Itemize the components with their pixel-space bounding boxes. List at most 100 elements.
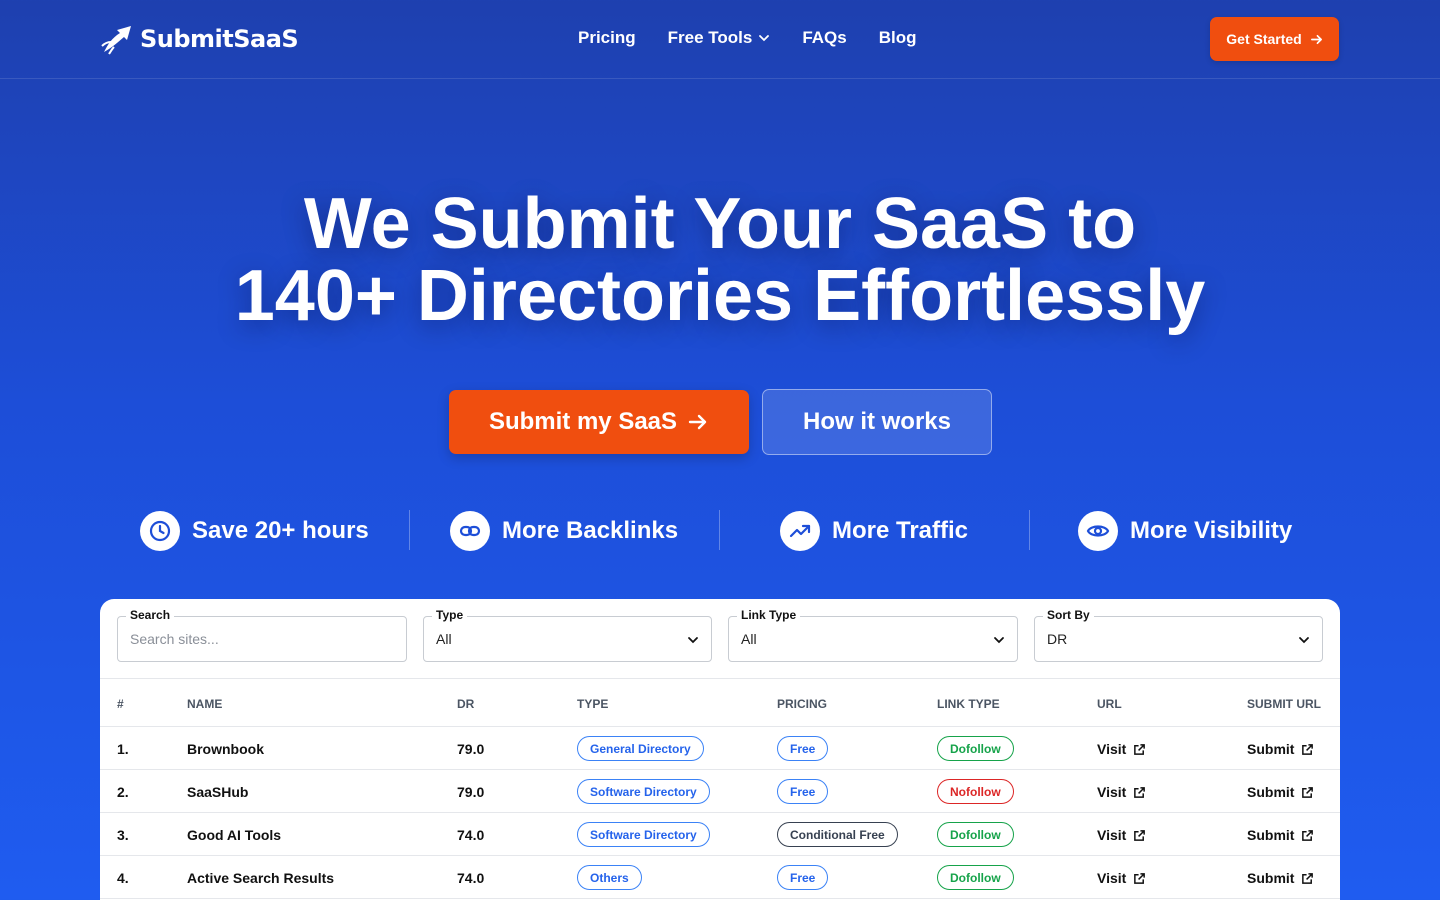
sort-by-select[interactable]: Sort By DR xyxy=(1034,608,1323,662)
sort-by-value: DR xyxy=(1047,631,1068,647)
row-dr: 74.0 xyxy=(457,870,485,886)
hero-title: We Submit Your SaaS to 140+ Directories … xyxy=(0,188,1440,332)
row-name: Brownbook xyxy=(187,741,264,757)
submit-link[interactable]: Submit xyxy=(1247,827,1314,843)
rocket-logo-icon xyxy=(101,26,131,55)
submit-link[interactable]: Submit xyxy=(1247,870,1314,886)
feature-divider xyxy=(719,510,720,550)
external-link-icon xyxy=(1302,786,1314,798)
visit-label: Visit xyxy=(1097,870,1127,886)
chevron-down-icon xyxy=(1299,637,1309,644)
link-type-badge: Dofollow xyxy=(937,736,1014,761)
feature-label: More Traffic xyxy=(832,517,969,544)
external-link-icon xyxy=(1134,786,1146,798)
table-row: 2. SaaSHub 79.0 Software Directory Free … xyxy=(100,770,1340,813)
nav-faqs[interactable]: FAQs xyxy=(802,28,846,48)
search-placeholder: Search sites... xyxy=(130,631,219,647)
link-type-label: Link Type xyxy=(737,608,801,622)
brand-logo[interactable]: SubmitSaaS xyxy=(100,22,299,56)
main-nav: Pricing Free Tools FAQs Blog xyxy=(578,28,917,48)
visit-link[interactable]: Visit xyxy=(1097,784,1146,800)
table-header: # NAME DR TYPE PRICING LINK TYPE URL SUB… xyxy=(100,678,1340,727)
how-it-works-label: How it works xyxy=(802,408,952,435)
submit-link[interactable]: Submit xyxy=(1247,784,1314,800)
type-select[interactable]: Type All xyxy=(423,608,712,662)
pricing-badge: Free xyxy=(777,865,829,890)
directory-card: Search Search sites... Type All Link Typ… xyxy=(100,599,1340,900)
row-number: 4. xyxy=(117,870,129,886)
table-row: 4. Active Search Results 74.0 Others Fre… xyxy=(100,856,1340,899)
column-header-link-type: LINK TYPE xyxy=(937,697,1000,711)
nav-blog[interactable]: Blog xyxy=(879,28,917,48)
type-badge: Software Directory xyxy=(577,779,710,804)
site-header: SubmitSaaS Pricing Free Tools FAQs Blog … xyxy=(0,0,1440,79)
row-name: Active Search Results xyxy=(187,870,335,886)
trending-up-icon xyxy=(780,511,820,551)
visit-link[interactable]: Visit xyxy=(1097,827,1146,843)
submit-label: Submit xyxy=(1247,784,1295,800)
feature-label: More Backlinks xyxy=(502,517,679,544)
link-type-value: All xyxy=(741,631,757,647)
nav-faqs-label: FAQs xyxy=(802,28,847,47)
how-it-works-button[interactable]: How it works xyxy=(762,389,992,455)
row-dr: 79.0 xyxy=(457,741,485,757)
pricing-badge: Conditional Free xyxy=(777,822,898,847)
clock-icon xyxy=(140,511,180,551)
get-started-button[interactable]: Get Started xyxy=(1210,17,1339,61)
chevron-down-icon xyxy=(759,35,770,42)
column-header-type: TYPE xyxy=(577,697,609,711)
column-header-pricing: PRICING xyxy=(777,697,828,711)
type-value: All xyxy=(436,631,452,647)
nav-pricing[interactable]: Pricing xyxy=(578,28,636,48)
arrow-right-icon xyxy=(688,414,707,430)
external-link-icon xyxy=(1134,872,1146,884)
row-number: 2. xyxy=(117,784,129,800)
link-type-badge: Nofollow xyxy=(937,779,1014,804)
brand-name: SubmitSaaS xyxy=(140,25,299,53)
hero-title-line-2: 140+ Directories Effortlessly xyxy=(234,256,1206,336)
submit-label: Submit xyxy=(1247,870,1295,886)
type-badge: Others xyxy=(577,865,642,890)
feature-visibility: More Visibility xyxy=(1078,510,1292,552)
external-link-icon xyxy=(1134,829,1146,841)
feature-traffic: More Traffic xyxy=(780,510,968,552)
feature-backlinks: More Backlinks xyxy=(450,510,678,552)
feature-label: More Visibility xyxy=(1130,517,1293,544)
link-type-badge: Dofollow xyxy=(937,822,1014,847)
type-badge: Software Directory xyxy=(577,822,710,847)
link-type-select[interactable]: Link Type All xyxy=(728,608,1018,662)
nav-pricing-label: Pricing xyxy=(578,28,636,47)
column-header-dr[interactable]: DR xyxy=(457,697,474,711)
search-input[interactable]: Search Search sites... xyxy=(117,608,407,662)
get-started-label: Get Started xyxy=(1226,31,1302,47)
external-link-icon xyxy=(1302,743,1314,755)
arrow-right-icon xyxy=(1310,34,1322,44)
visit-label: Visit xyxy=(1097,784,1127,800)
column-header-submit-url: SUBMIT URL xyxy=(1247,697,1321,711)
link-type-badge: Dofollow xyxy=(937,865,1014,890)
chevron-down-icon xyxy=(994,637,1004,644)
table-row: 3. Good AI Tools 74.0 Software Directory… xyxy=(100,813,1340,856)
visit-label: Visit xyxy=(1097,827,1127,843)
visit-link[interactable]: Visit xyxy=(1097,741,1146,757)
feature-label: Save 20+ hours xyxy=(192,517,369,544)
type-badge: General Directory xyxy=(577,736,704,761)
column-header-name[interactable]: NAME xyxy=(187,697,222,711)
pricing-badge: Free xyxy=(777,779,829,804)
pricing-badge: Free xyxy=(777,736,829,761)
eye-icon xyxy=(1078,511,1118,551)
column-header-url: URL xyxy=(1097,697,1122,711)
nav-blog-label: Blog xyxy=(878,28,917,47)
link-icon xyxy=(450,511,490,551)
table-row: 1. Brownbook 79.0 General Directory Free… xyxy=(100,727,1340,770)
visit-link[interactable]: Visit xyxy=(1097,870,1146,886)
row-number: 1. xyxy=(117,741,129,757)
row-number: 3. xyxy=(117,827,129,843)
feature-divider xyxy=(1029,510,1030,550)
row-name: SaaSHub xyxy=(187,784,249,800)
nav-free-tools[interactable]: Free Tools xyxy=(668,28,771,48)
row-dr: 79.0 xyxy=(457,784,485,800)
submit-link[interactable]: Submit xyxy=(1247,741,1314,757)
sort-by-label: Sort By xyxy=(1043,608,1094,622)
submit-my-saas-button[interactable]: Submit my SaaS xyxy=(449,390,749,454)
